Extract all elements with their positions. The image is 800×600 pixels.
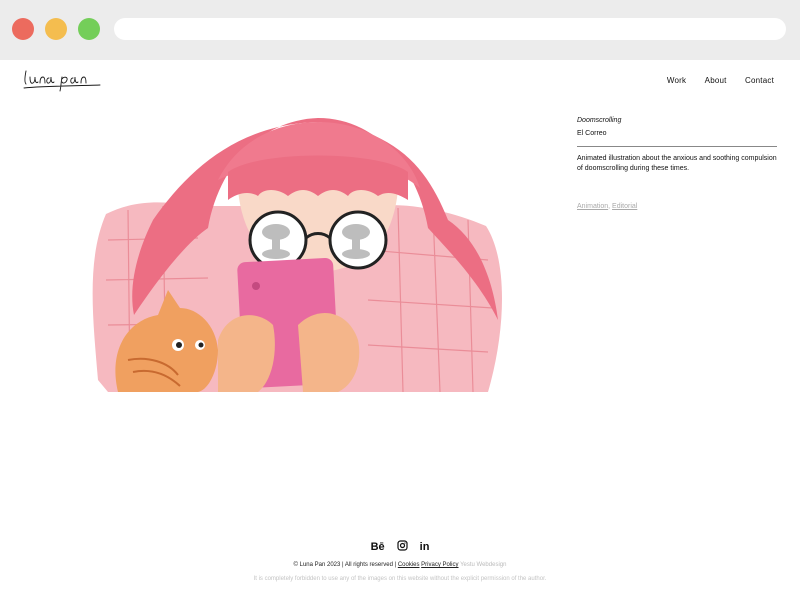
maximize-window-button[interactable] <box>78 18 100 40</box>
minimize-window-button[interactable] <box>45 18 67 40</box>
address-bar[interactable] <box>114 18 786 40</box>
site-footer: Bē in © Luna Pan 2023 | All rights reser… <box>0 538 800 582</box>
project-tags: Animation, Editorial <box>577 202 777 212</box>
project-title: Doomscrolling <box>577 117 622 124</box>
main-nav: Work About Contact <box>651 76 774 85</box>
page-content: Work About Contact Doomscrolling El Corr… <box>0 60 800 600</box>
linkedin-icon[interactable]: in <box>420 541 430 553</box>
cookies-link[interactable]: Cookies <box>398 562 420 568</box>
legal-notice: It is completely forbidden to use any of… <box>253 576 547 582</box>
project-client: El Correo <box>577 130 607 137</box>
divider <box>577 146 777 147</box>
close-window-button[interactable] <box>12 18 34 40</box>
tag-editorial[interactable]: Editorial <box>612 203 637 210</box>
copyright-line: © Luna Pan 2023 | All rights reserved | … <box>0 562 800 568</box>
social-links: Bē in <box>0 538 800 556</box>
behance-icon[interactable]: Bē <box>371 541 385 553</box>
nav-contact[interactable]: Contact <box>745 76 774 85</box>
project-description: Animated illustration about the anxious … <box>577 155 777 172</box>
doomscrolling-illustration <box>68 110 508 405</box>
nav-about[interactable]: About <box>705 76 727 85</box>
nav-work[interactable]: Work <box>667 76 686 85</box>
copyright-text: © Luna Pan 2023 | All rights reserved | <box>293 562 397 568</box>
luna-pan-logo-icon <box>23 70 101 92</box>
browser-chrome <box>0 0 800 60</box>
project-info: Doomscrolling El Correo Animated illustr… <box>577 116 777 212</box>
privacy-policy-link[interactable]: Privacy Policy <box>421 562 458 568</box>
site-logo[interactable] <box>22 68 104 101</box>
webdesign-credit[interactable]: Yestu Webdesign <box>460 562 506 568</box>
instagram-icon[interactable] <box>397 538 408 556</box>
tag-animation[interactable]: Animation <box>577 203 608 210</box>
